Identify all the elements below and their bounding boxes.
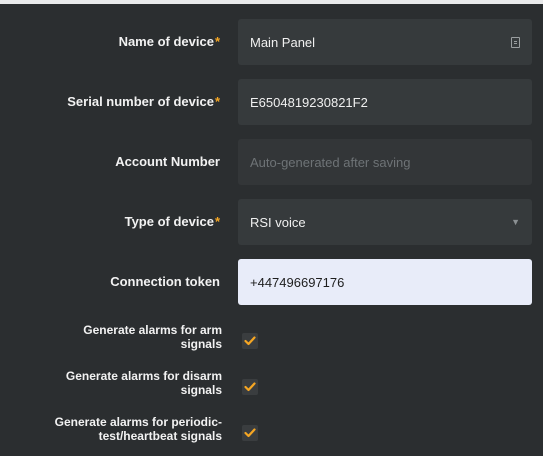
required-asterisk: *: [214, 94, 220, 109]
heartbeat-alarms-label: Generate alarms for periodic-test/heartb…: [54, 415, 222, 443]
device-type-label: Type of device*: [124, 214, 220, 229]
checkmark-icon: [244, 336, 256, 346]
account-number-label: Account Number: [115, 154, 220, 169]
disarm-alarms-checkbox[interactable]: [242, 379, 258, 395]
device-name-label: Name of device*: [118, 34, 220, 49]
checkmark-icon: [244, 382, 256, 392]
chevron-down-icon[interactable]: ▼: [511, 217, 520, 227]
arm-alarms-label: Generate alarms for arm signals: [83, 323, 222, 351]
device-type-value: RSI voice: [250, 214, 306, 230]
account-number-input: Auto-generated after saving: [238, 139, 532, 185]
connection-token-value: +447496697176: [250, 274, 345, 290]
account-number-placeholder: Auto-generated after saving: [250, 154, 411, 170]
document-icon[interactable]: [511, 36, 520, 48]
required-asterisk: *: [214, 34, 220, 49]
device-form: Name of device* Main Panel Serial number…: [0, 0, 543, 456]
disarm-alarms-label: Generate alarms for disarm signals: [65, 369, 222, 397]
arm-alarms-checkbox[interactable]: [242, 333, 258, 349]
serial-number-label: Serial number of device*: [67, 94, 220, 109]
device-name-input[interactable]: Main Panel: [238, 19, 532, 65]
device-type-select[interactable]: RSI voice ▼: [238, 199, 532, 245]
connection-token-label: Connection token: [110, 274, 220, 289]
checkmark-icon: [244, 428, 256, 438]
serial-number-value: E6504819230821F2: [250, 94, 368, 110]
device-name-value: Main Panel: [250, 34, 316, 50]
required-asterisk: *: [214, 214, 220, 229]
serial-number-input[interactable]: E6504819230821F2: [238, 79, 532, 125]
heartbeat-alarms-checkbox[interactable]: [242, 425, 258, 441]
connection-token-input[interactable]: +447496697176: [238, 259, 532, 305]
